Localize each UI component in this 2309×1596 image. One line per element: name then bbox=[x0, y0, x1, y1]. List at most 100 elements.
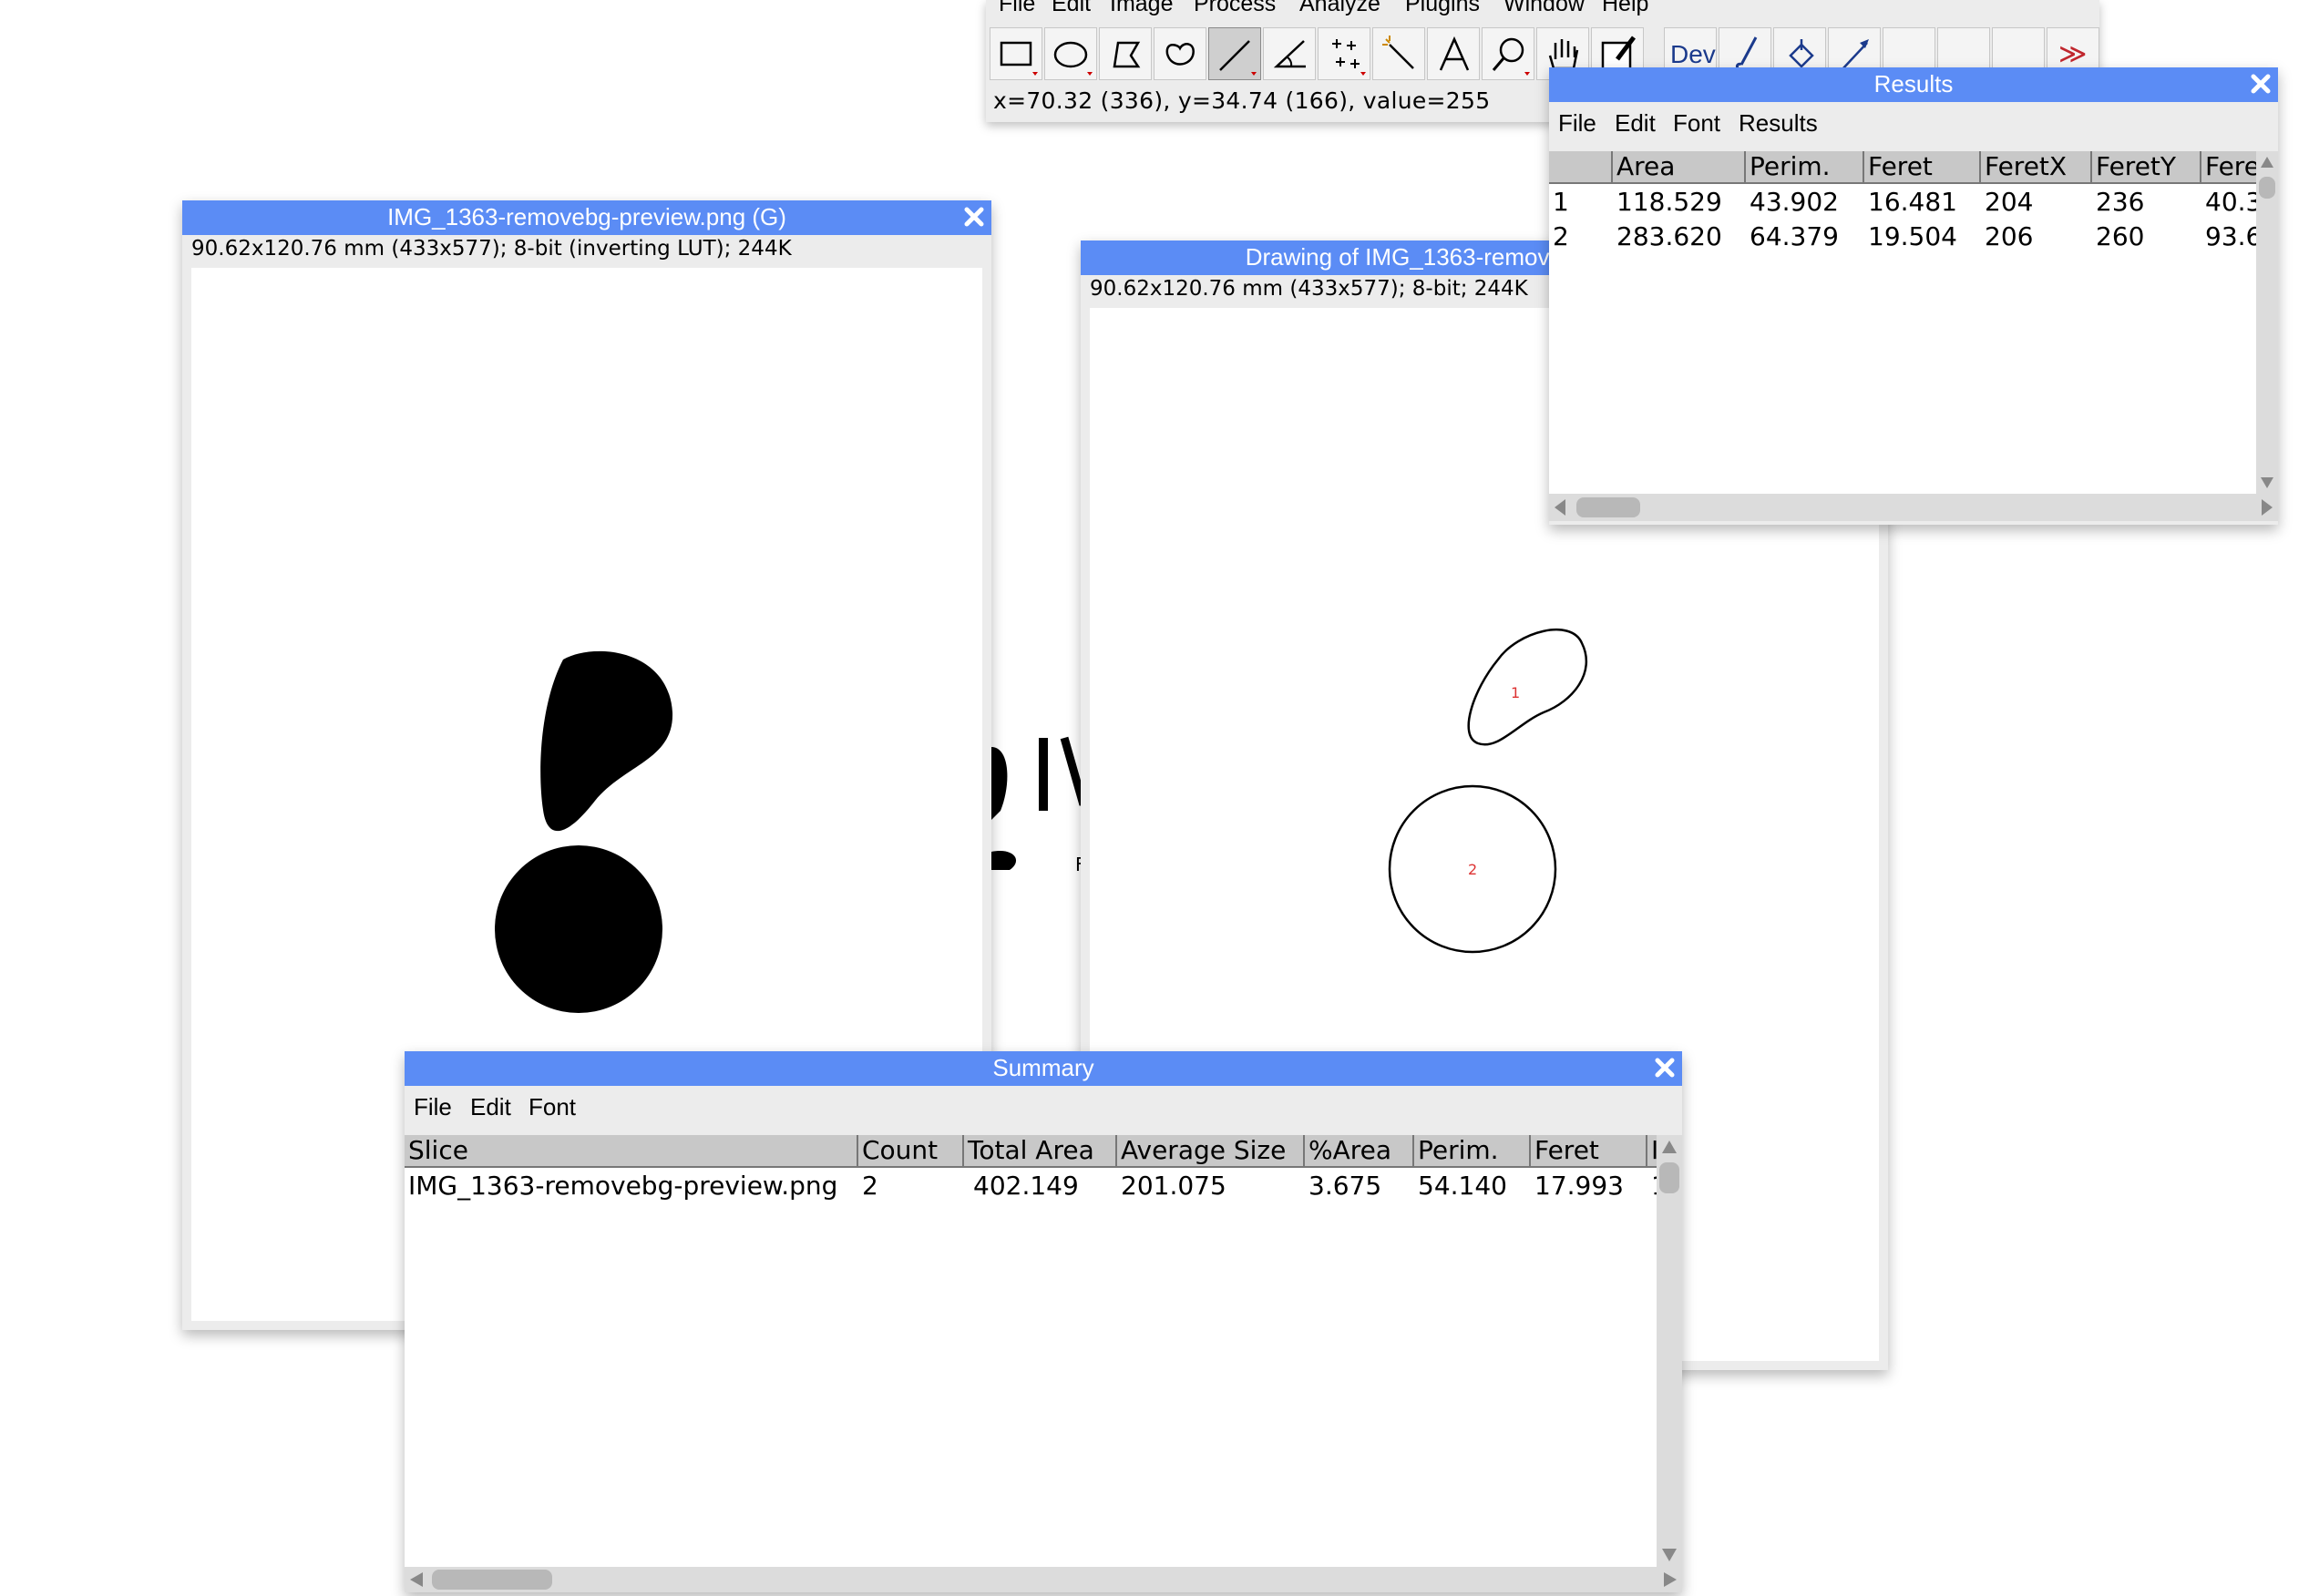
point-tool-button[interactable] bbox=[1318, 27, 1370, 80]
scroll-left-icon[interactable] bbox=[1549, 494, 1571, 521]
col-header-perim[interactable]: Perim. bbox=[1746, 151, 1864, 184]
col-header-slice[interactable]: Slice bbox=[405, 1135, 858, 1168]
table-cell[interactable]: 93.6 bbox=[2201, 220, 2256, 253]
scrollbar-thumb[interactable] bbox=[1659, 1162, 1679, 1193]
window-title[interactable]: Results bbox=[1549, 67, 2278, 102]
point-tool-icon bbox=[1332, 39, 1366, 76]
vertical-scrollbar[interactable] bbox=[1657, 1135, 1682, 1567]
oval-tool-button[interactable] bbox=[1044, 27, 1097, 80]
line-tool-button[interactable] bbox=[1208, 27, 1261, 80]
rectangle-tool-button[interactable] bbox=[990, 27, 1042, 80]
col-header-perim[interactable]: Perim. bbox=[1414, 1135, 1531, 1168]
scroll-down-icon[interactable] bbox=[1657, 1543, 1682, 1567]
table-cell[interactable]: IMG_1363-removebg-preview.png bbox=[405, 1170, 858, 1202]
scrollbar-thumb[interactable] bbox=[1576, 497, 1640, 517]
col-header-feretx[interactable]: FeretX bbox=[1981, 151, 2092, 184]
scroll-up-icon[interactable] bbox=[2256, 151, 2278, 173]
table-cell[interactable]: 3.675 bbox=[1305, 1170, 1414, 1202]
polygon-tool-button[interactable] bbox=[1099, 27, 1152, 80]
table-cell[interactable]: 206 bbox=[1981, 220, 2092, 253]
menu-plugins[interactable]: Plugins bbox=[1405, 0, 1480, 17]
status-bar-text: x=70.32 (336), y=34.74 (166), value=255 bbox=[993, 87, 1491, 114]
menu-window[interactable]: Window bbox=[1503, 0, 1585, 17]
text-tool-button[interactable] bbox=[1427, 27, 1480, 80]
wand-tool-icon bbox=[1382, 36, 1414, 69]
table-cell[interactable]: 2 bbox=[858, 1170, 964, 1202]
window-title-text: Results bbox=[1873, 70, 1954, 97]
col-header-area[interactable]: Area bbox=[1613, 151, 1746, 184]
angle-tool-button[interactable] bbox=[1263, 27, 1316, 80]
table-cell[interactable]: 40.3 bbox=[2201, 186, 2256, 219]
menu-process[interactable]: Process bbox=[1194, 0, 1276, 17]
vertical-scrollbar[interactable] bbox=[2256, 151, 2278, 494]
col-header-index[interactable] bbox=[1549, 151, 1613, 184]
table-cell[interactable]: 236 bbox=[2092, 186, 2201, 219]
line-tool-icon bbox=[1219, 40, 1257, 76]
magnifier-tool-button[interactable] bbox=[1482, 27, 1534, 80]
table-cell[interactable]: 1 bbox=[1647, 1170, 1657, 1202]
close-icon[interactable] bbox=[962, 205, 986, 229]
window-title-text: Summary bbox=[992, 1054, 1094, 1081]
table-cell[interactable]: 19.504 bbox=[1864, 220, 1981, 253]
col-header-next[interactable]: I bbox=[1647, 1135, 1657, 1168]
close-icon[interactable] bbox=[1653, 1056, 1677, 1079]
scrollbar-thumb[interactable] bbox=[432, 1570, 552, 1590]
scroll-right-icon[interactable] bbox=[1658, 1567, 1682, 1592]
scroll-left-icon[interactable] bbox=[405, 1567, 428, 1592]
col-header-percent-area[interactable]: %Area bbox=[1305, 1135, 1414, 1168]
freehand-tool-button[interactable] bbox=[1154, 27, 1206, 80]
scroll-down-icon[interactable] bbox=[2256, 472, 2278, 494]
image-info-text: 90.62x120.76 mm (433x577); 8-bit; 244K bbox=[1090, 277, 1528, 301]
col-header-count[interactable]: Count bbox=[858, 1135, 964, 1168]
scrollbar-thumb[interactable] bbox=[2259, 177, 2275, 199]
menu-file[interactable]: File bbox=[414, 1093, 452, 1121]
horizontal-scrollbar[interactable] bbox=[405, 1567, 1682, 1592]
background-fragment-shape: F bbox=[991, 736, 1096, 875]
results-window[interactable]: Results File Edit Font Results Area Peri… bbox=[1549, 67, 2278, 525]
table-cell[interactable]: 402.149 bbox=[964, 1170, 1117, 1202]
menu-analyze[interactable]: Analyze bbox=[1299, 0, 1380, 17]
menu-font[interactable]: Font bbox=[529, 1093, 576, 1121]
window-title[interactable]: IMG_1363-removebg-preview.png (G) bbox=[182, 200, 991, 235]
table-cell[interactable]: 201.075 bbox=[1117, 1170, 1305, 1202]
col-header-ferety[interactable]: FeretY bbox=[2092, 151, 2201, 184]
menu-file[interactable]: File bbox=[1558, 109, 1596, 138]
window-title[interactable]: Summary bbox=[405, 1051, 1682, 1086]
col-header-average-size[interactable]: Average Size bbox=[1117, 1135, 1305, 1168]
summary-table[interactable]: Slice Count Total Area Average Size %Are… bbox=[405, 1135, 1657, 1567]
menu-edit[interactable]: Edit bbox=[1052, 0, 1091, 17]
results-table[interactable]: Area Perim. Feret FeretX FeretY Feret 1 … bbox=[1549, 151, 2256, 494]
table-cell[interactable]: 204 bbox=[1981, 186, 2092, 219]
dev-label: Dev bbox=[1670, 40, 1716, 68]
table-cell[interactable]: 64.379 bbox=[1746, 220, 1864, 253]
table-cell[interactable]: 260 bbox=[2092, 220, 2201, 253]
menu-results[interactable]: Results bbox=[1739, 109, 1818, 138]
close-icon[interactable] bbox=[2249, 72, 2273, 96]
horizontal-scrollbar[interactable] bbox=[1549, 494, 2278, 521]
table-cell[interactable]: 118.529 bbox=[1613, 186, 1746, 219]
table-cell[interactable]: 283.620 bbox=[1613, 220, 1746, 253]
table-cell[interactable]: 16.481 bbox=[1864, 186, 1981, 219]
table-cell[interactable]: 2 bbox=[1549, 220, 1613, 253]
table-cell[interactable]: 54.140 bbox=[1414, 1170, 1531, 1202]
rectangle-tool-icon bbox=[1000, 41, 1038, 76]
scroll-right-icon[interactable] bbox=[2256, 494, 2278, 521]
menu-font[interactable]: Font bbox=[1673, 109, 1720, 138]
scroll-up-icon[interactable] bbox=[1657, 1135, 1682, 1159]
menu-help[interactable]: Help bbox=[1602, 0, 1648, 17]
menu-file[interactable]: File bbox=[999, 0, 1035, 17]
col-header-feret[interactable]: Feret bbox=[1531, 1135, 1647, 1168]
table-cell[interactable]: 1 bbox=[1549, 186, 1613, 219]
summary-window[interactable]: Summary File Edit Font Slice Count Total… bbox=[405, 1051, 1682, 1592]
menu-image[interactable]: Image bbox=[1110, 0, 1173, 17]
col-header-feret[interactable]: Feret bbox=[1864, 151, 1981, 184]
menu-edit[interactable]: Edit bbox=[1615, 109, 1656, 138]
table-cell[interactable]: 43.902 bbox=[1746, 186, 1864, 219]
col-header-total-area[interactable]: Total Area bbox=[964, 1135, 1117, 1168]
table-cell[interactable]: 17.993 bbox=[1531, 1170, 1647, 1202]
col-header-feret-angle[interactable]: Feret bbox=[2201, 151, 2256, 184]
menu-edit[interactable]: Edit bbox=[470, 1093, 511, 1121]
outline-label-1: 1 bbox=[1511, 684, 1520, 701]
wand-tool-button[interactable] bbox=[1372, 27, 1425, 80]
background-image-fragment: F bbox=[991, 711, 1096, 884]
